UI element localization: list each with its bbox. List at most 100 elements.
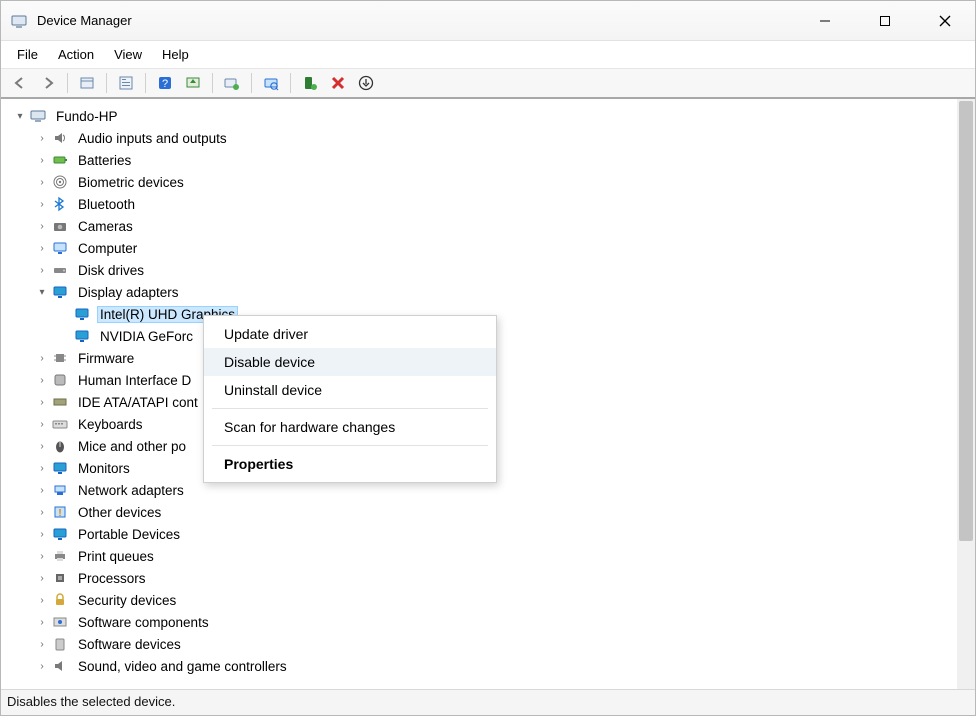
expander-icon[interactable]: ›	[35, 417, 49, 431]
menu-file[interactable]: File	[9, 45, 50, 64]
keyboard-icon	[51, 415, 69, 433]
tree-item-portable[interactable]: › Portable Devices	[13, 523, 957, 545]
fingerprint-icon	[51, 173, 69, 191]
expander-icon[interactable]: ›	[35, 637, 49, 651]
tree-item-swcomp[interactable]: › Software components	[13, 611, 957, 633]
titlebar: Device Manager	[1, 1, 975, 41]
tree-item-print[interactable]: › Print queues	[13, 545, 957, 567]
tree-item-cameras[interactable]: › Cameras	[13, 215, 957, 237]
menu-view[interactable]: View	[106, 45, 154, 64]
expander-icon[interactable]: ›	[35, 219, 49, 233]
expander-icon[interactable]: ›	[35, 439, 49, 453]
context-menu-scan-hardware[interactable]: Scan for hardware changes	[204, 413, 496, 441]
expander-icon[interactable]: ›	[35, 571, 49, 585]
expander-icon[interactable]: ▾	[35, 285, 49, 299]
computer-icon	[29, 107, 47, 125]
tree-item-computer[interactable]: › Computer	[13, 237, 957, 259]
expander-icon[interactable]: ›	[35, 483, 49, 497]
monitor-icon	[51, 525, 69, 543]
vertical-scrollbar[interactable]	[957, 99, 975, 689]
toolbar-back-button[interactable]	[7, 71, 33, 95]
expander-icon[interactable]: ›	[35, 175, 49, 189]
expander-icon[interactable]: ›	[35, 593, 49, 607]
expander-icon[interactable]: ›	[35, 395, 49, 409]
expander-icon[interactable]: ›	[35, 461, 49, 475]
close-button[interactable]	[915, 1, 975, 41]
tree-item-audio[interactable]: › Audio inputs and outputs	[13, 127, 957, 149]
monitor-icon	[51, 459, 69, 477]
tree-item-label: Other devices	[75, 504, 164, 521]
tree-item-label: Security devices	[75, 592, 179, 609]
context-menu-disable-device[interactable]: Disable device	[204, 348, 496, 376]
maximize-button[interactable]	[855, 1, 915, 41]
expander-icon[interactable]: ▾	[13, 109, 27, 123]
tree-item-batteries[interactable]: › Batteries	[13, 149, 957, 171]
menu-action[interactable]: Action	[50, 45, 106, 64]
toolbar-install-button[interactable]	[297, 71, 323, 95]
content-area: ▾ Fundo-HP › Audio inputs and outputs › …	[1, 99, 975, 689]
expander-icon[interactable]: ›	[35, 131, 49, 145]
minimize-button[interactable]	[795, 1, 855, 41]
tree-item-other[interactable]: › ! Other devices	[13, 501, 957, 523]
tree-item-label: Audio inputs and outputs	[75, 130, 230, 147]
expander-icon[interactable]: ›	[35, 263, 49, 277]
tree-item-sound[interactable]: › Sound, video and game controllers	[13, 655, 957, 677]
toolbar-update-driver-button[interactable]	[180, 71, 206, 95]
context-menu-properties[interactable]: Properties	[204, 450, 496, 478]
expander-icon[interactable]: ›	[35, 373, 49, 387]
component-icon	[51, 613, 69, 631]
toolbar-scan-button[interactable]	[258, 71, 284, 95]
tree-item-label: Bluetooth	[75, 196, 138, 213]
toolbar-delete-button[interactable]	[325, 71, 351, 95]
expander-icon[interactable]: ›	[35, 241, 49, 255]
tree-item-display[interactable]: ▾ Display adapters	[13, 281, 957, 303]
tree-item-label: Batteries	[75, 152, 134, 169]
toolbar-properties-button[interactable]	[113, 71, 139, 95]
expander-icon[interactable]: ›	[35, 153, 49, 167]
speaker-icon	[51, 129, 69, 147]
context-menu-separator	[212, 408, 488, 409]
menu-help[interactable]: Help	[154, 45, 201, 64]
expander-icon[interactable]: ›	[35, 197, 49, 211]
toolbar-help-button[interactable]: ?	[152, 71, 178, 95]
context-menu-uninstall-device[interactable]: Uninstall device	[204, 376, 496, 404]
expander-icon[interactable]: ›	[35, 527, 49, 541]
toolbar-uninstall-button[interactable]	[219, 71, 245, 95]
speaker-icon	[51, 657, 69, 675]
tree-item-disk[interactable]: › Disk drives	[13, 259, 957, 281]
tree-item-swdev[interactable]: › Software devices	[13, 633, 957, 655]
tree-item-label: Processors	[75, 570, 149, 587]
expander-icon[interactable]: ›	[35, 659, 49, 673]
expander-icon[interactable]: ›	[35, 505, 49, 519]
tree-item-label: Firmware	[75, 350, 137, 367]
monitor-icon	[51, 239, 69, 257]
expander-icon[interactable]: ›	[35, 351, 49, 365]
tree-item-biometric[interactable]: › Biometric devices	[13, 171, 957, 193]
tree-item-bluetooth[interactable]: › Bluetooth	[13, 193, 957, 215]
network-icon	[51, 481, 69, 499]
device-tree[interactable]: ▾ Fundo-HP › Audio inputs and outputs › …	[1, 99, 957, 689]
tree-item-label: NVIDIA GeForc	[97, 328, 196, 345]
tree-item-label: Sound, video and game controllers	[75, 658, 290, 675]
monitor-icon	[73, 305, 91, 323]
toolbar-forward-button[interactable]	[35, 71, 61, 95]
tree-item-security[interactable]: › Security devices	[13, 589, 957, 611]
context-menu: Update driver Disable device Uninstall d…	[203, 315, 497, 483]
context-menu-update-driver[interactable]: Update driver	[204, 320, 496, 348]
expander-icon[interactable]: ›	[35, 615, 49, 629]
tree-item-label: IDE ATA/ATAPI cont	[75, 394, 201, 411]
scrollbar-thumb[interactable]	[959, 101, 973, 541]
device-manager-window: Device Manager File Action View Help ?	[0, 0, 976, 716]
tree-item-label: Print queues	[75, 548, 157, 565]
expander-icon[interactable]: ›	[35, 549, 49, 563]
svg-text:!: !	[58, 508, 61, 519]
tree-root[interactable]: ▾ Fundo-HP	[13, 105, 957, 127]
tree-item-label: Cameras	[75, 218, 136, 235]
toolbar-action-button[interactable]	[353, 71, 379, 95]
tree-item-label: Software devices	[75, 636, 184, 653]
status-bar: Disables the selected device.	[1, 689, 975, 715]
tree-item-label: Keyboards	[75, 416, 146, 433]
tree-item-processors[interactable]: › Processors	[13, 567, 957, 589]
toolbar-show-hidden-button[interactable]	[74, 71, 100, 95]
tree-item-label: Monitors	[75, 460, 133, 477]
